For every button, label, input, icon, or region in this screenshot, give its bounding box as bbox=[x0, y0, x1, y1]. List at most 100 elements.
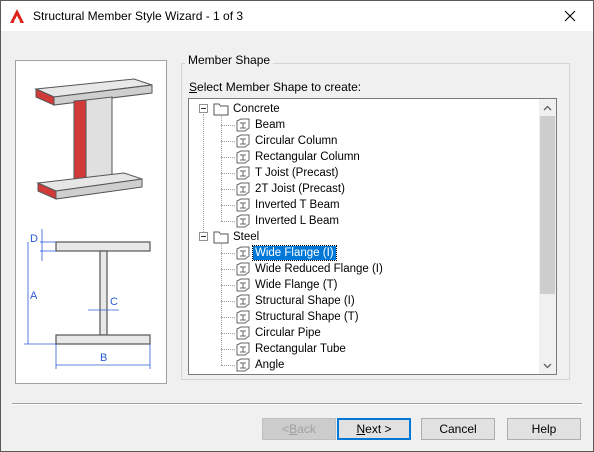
tree-item-label: Circular Column bbox=[255, 135, 338, 147]
member-shape-icon bbox=[236, 150, 250, 164]
tree-item-shape[interactable]: Circular Pipe bbox=[235, 325, 323, 341]
tree-item-label: Angle bbox=[255, 359, 285, 371]
tree-connector bbox=[221, 221, 235, 222]
next-button-rest: ext > bbox=[365, 422, 392, 436]
select-shape-label-mnemonic: S bbox=[189, 80, 198, 94]
next-button-mnemonic: N bbox=[356, 422, 366, 436]
autocad-app-icon bbox=[10, 9, 24, 23]
tree-item-shape[interactable]: Wide Reduced Flange (I) bbox=[235, 261, 385, 277]
group-title: Member Shape bbox=[185, 53, 274, 67]
member-shape-icon bbox=[236, 358, 250, 372]
member-shape-icon bbox=[236, 118, 250, 132]
member-shape-icon bbox=[236, 278, 250, 292]
tree-items: Concrete Beam Circular Column Rectangular C… bbox=[189, 99, 540, 374]
member-shape-tree[interactable]: Concrete Beam Circular Column Rectangular C… bbox=[188, 98, 557, 375]
collapse-toggle-icon[interactable] bbox=[199, 104, 208, 113]
tree-item-shape[interactable]: Structural Shape (I) bbox=[235, 293, 357, 309]
chevron-up-icon bbox=[543, 105, 552, 110]
next-button[interactable]: Next > bbox=[337, 418, 411, 440]
tree-item-label: Rectangular Tube bbox=[255, 343, 346, 355]
tree-connector bbox=[221, 205, 235, 206]
dimension-label-c: C bbox=[110, 296, 118, 308]
button-separator bbox=[12, 403, 582, 405]
wide-flange-illustration: D A C B bbox=[24, 78, 153, 369]
collapse-toggle-icon[interactable] bbox=[199, 232, 208, 241]
tree-item-shape[interactable]: Beam bbox=[235, 117, 287, 133]
dimension-label-d: D bbox=[30, 233, 38, 245]
tree-item-label: Circular Pipe bbox=[255, 327, 321, 339]
tree-item-label: T Joist (Precast) bbox=[255, 167, 339, 179]
member-shape-icon bbox=[236, 134, 250, 148]
tree-item-label: Structural Shape (I) bbox=[255, 295, 355, 307]
folder-icon bbox=[213, 231, 229, 244]
help-button[interactable]: Help bbox=[507, 418, 581, 440]
tree-item-label: Rectangular Column bbox=[255, 151, 360, 163]
tree-item-label: Inverted T Beam bbox=[255, 199, 340, 211]
member-shape-icon bbox=[236, 182, 250, 196]
tree-item-label: Concrete bbox=[233, 103, 280, 115]
tree-item-shape[interactable]: Circular Column bbox=[235, 133, 339, 149]
select-shape-label-text: elect Member Shape to create: bbox=[197, 80, 362, 94]
tree-item-label: Structural Shape (T) bbox=[255, 311, 359, 323]
tree-item-label: Wide Flange (I) bbox=[252, 245, 337, 261]
tree-connector bbox=[203, 114, 204, 232]
tree-item-label: 2T Joist (Precast) bbox=[255, 183, 345, 195]
back-button[interactable]: < Back bbox=[262, 418, 336, 440]
cancel-button[interactable]: Cancel bbox=[421, 418, 495, 440]
member-shape-icon bbox=[236, 166, 250, 180]
tree-item-label: Wide Flange (T) bbox=[255, 279, 338, 291]
wizard-window: Structural Member Style Wizard - 1 of 3 bbox=[0, 0, 594, 452]
chevron-down-icon bbox=[543, 363, 552, 368]
member-shape-icon bbox=[236, 246, 250, 260]
tree-category-concrete[interactable]: Concrete bbox=[199, 101, 282, 117]
scroll-down-button[interactable] bbox=[539, 357, 556, 374]
tree-item-shape[interactable]: T Joist (Precast) bbox=[235, 165, 341, 181]
section-drawing: D A C B bbox=[24, 229, 151, 369]
scroll-thumb[interactable] bbox=[540, 116, 555, 294]
tree-item-label: Beam bbox=[255, 119, 286, 131]
folder-icon bbox=[213, 103, 229, 116]
back-button-rest: ack bbox=[297, 422, 316, 436]
scroll-up-button[interactable] bbox=[539, 99, 556, 116]
tree-item-label: Wide Reduced Flange (I) bbox=[255, 263, 383, 275]
window-title: Structural Member Style Wizard - 1 of 3 bbox=[33, 9, 244, 23]
tree-item-shape[interactable]: Wide Flange (I) bbox=[235, 245, 337, 261]
member-shape-icon bbox=[236, 326, 250, 340]
tree-connector bbox=[221, 349, 235, 350]
dimension-label-a: A bbox=[30, 290, 38, 302]
back-button-mnemonic: B bbox=[289, 422, 298, 436]
tree-item-shape[interactable]: Rectangular Column bbox=[235, 149, 362, 165]
close-button[interactable] bbox=[547, 1, 593, 31]
tree-connector bbox=[221, 157, 235, 158]
member-shape-icon bbox=[236, 198, 250, 212]
tree-connector bbox=[221, 189, 235, 190]
member-shape-icon bbox=[236, 342, 250, 356]
select-shape-label: Select Member Shape to create: bbox=[189, 80, 361, 94]
tree-item-shape[interactable]: Inverted L Beam bbox=[235, 213, 341, 229]
tree-category-steel[interactable]: Steel bbox=[199, 229, 261, 245]
tree-item-shape[interactable]: Wide Flange (T) bbox=[235, 277, 339, 293]
title-bar: Structural Member Style Wizard - 1 of 3 bbox=[1, 1, 593, 31]
tree-item-shape[interactable]: Structural Shape (T) bbox=[235, 309, 361, 325]
member-shape-icon bbox=[236, 294, 250, 308]
tree-item-shape[interactable]: Inverted T Beam bbox=[235, 197, 342, 213]
tree-item-shape[interactable]: Rectangular Tube bbox=[235, 341, 348, 357]
tree-connector bbox=[221, 317, 235, 318]
tree-connector bbox=[221, 141, 235, 142]
member-shape-icon bbox=[236, 262, 250, 276]
member-shape-preview: D A C B bbox=[15, 60, 167, 384]
tree-connector bbox=[221, 173, 235, 174]
tree-connector bbox=[221, 269, 235, 270]
back-button-prefix: < bbox=[282, 422, 290, 436]
tree-connector bbox=[221, 253, 235, 254]
tree-item-shape[interactable]: Angle bbox=[235, 357, 286, 373]
member-shape-icon bbox=[236, 310, 250, 324]
tree-connector bbox=[221, 333, 235, 334]
tree-connector bbox=[221, 285, 235, 286]
tree-item-shape[interactable]: 2T Joist (Precast) bbox=[235, 181, 347, 197]
tree-connector bbox=[221, 125, 235, 126]
tree-vertical-scrollbar[interactable] bbox=[539, 99, 556, 374]
tree-connector bbox=[221, 365, 235, 366]
tree-connector bbox=[221, 301, 235, 302]
close-icon bbox=[564, 10, 576, 22]
